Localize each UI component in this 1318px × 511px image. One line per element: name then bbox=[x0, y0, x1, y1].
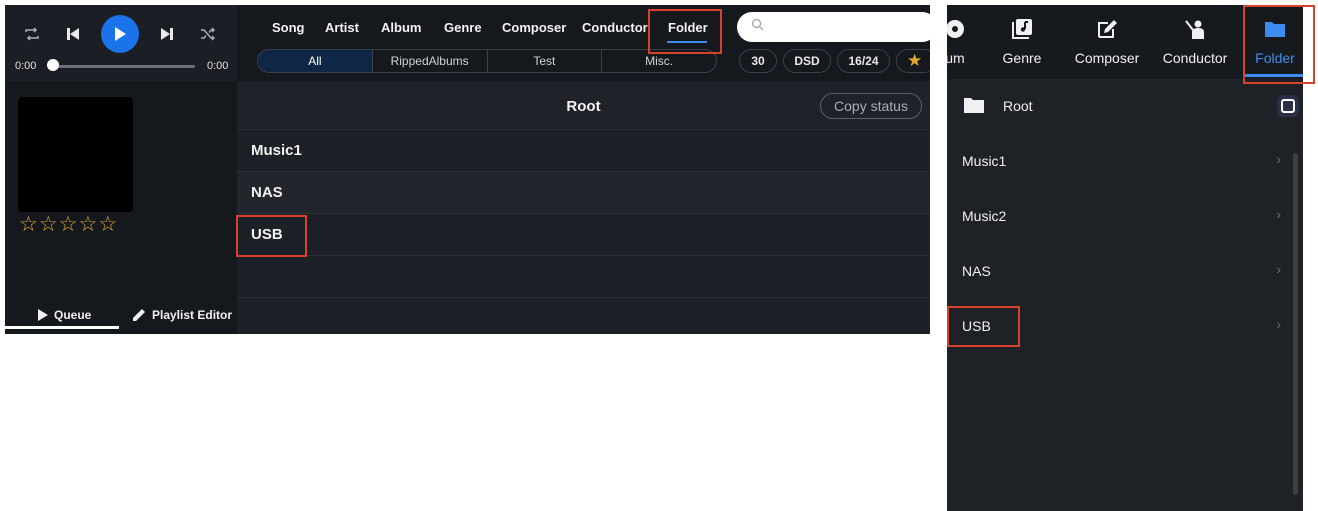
browser-top-bar: Song Artist Album Genre Composer Conduct… bbox=[237, 5, 930, 81]
highlight-usb-row-tablet bbox=[236, 215, 307, 257]
star-icon: ★ bbox=[907, 51, 923, 70]
tab-playlist-editor[interactable]: Playlist Editor bbox=[132, 295, 232, 334]
tab-genre[interactable]: Genre bbox=[995, 5, 1049, 79]
phone-folder-label: Music1 bbox=[962, 152, 1007, 169]
tab-genre-label: Genre bbox=[1002, 50, 1042, 66]
rating-star-4[interactable]: ☆ bbox=[78, 214, 97, 236]
category-genre[interactable]: Genre bbox=[444, 20, 482, 35]
next-icon bbox=[161, 28, 173, 40]
queue-tab-indicator bbox=[5, 326, 119, 329]
conductor-icon bbox=[1183, 17, 1207, 41]
phone-folder-title: Root bbox=[1003, 98, 1033, 114]
category-song[interactable]: Song bbox=[272, 20, 305, 35]
search-icon bbox=[751, 18, 764, 34]
total-time: 0:00 bbox=[207, 60, 229, 72]
folder-row-empty bbox=[237, 256, 930, 298]
tab-composer-label: Composer bbox=[1074, 50, 1140, 66]
tab-album-label: um bbox=[947, 50, 965, 66]
previous-button[interactable] bbox=[61, 22, 85, 46]
category-conductor[interactable]: Conductor bbox=[582, 20, 648, 35]
search-input[interactable] bbox=[737, 12, 930, 42]
tab-conductor-label: Conductor bbox=[1162, 50, 1228, 66]
album-icon bbox=[947, 17, 967, 41]
checkbox-icon bbox=[1281, 99, 1295, 113]
folder-row-usb[interactable]: USB bbox=[237, 214, 930, 256]
album-art bbox=[18, 97, 133, 212]
tablet-screen: 0:00 0:00 ☆ ☆ ☆ ☆ ☆ Queue Playlist Edito… bbox=[5, 5, 930, 334]
chevron-right-icon: › bbox=[1276, 261, 1281, 277]
segment-ripped-albums[interactable]: RippedAlbums bbox=[371, 50, 487, 72]
select-checkbox[interactable] bbox=[1277, 95, 1299, 117]
repeat-icon bbox=[25, 27, 39, 41]
genre-icon bbox=[1010, 17, 1034, 41]
shuffle-button[interactable] bbox=[197, 23, 219, 45]
rating-star-3[interactable]: ☆ bbox=[59, 214, 78, 236]
tab-playlist-editor-label: Playlist Editor bbox=[152, 307, 233, 322]
play-icon bbox=[38, 308, 48, 321]
chevron-right-icon: › bbox=[1276, 316, 1281, 332]
tab-composer[interactable]: Composer bbox=[1069, 5, 1145, 79]
seek-handle[interactable] bbox=[47, 59, 59, 71]
elapsed-time: 0:00 bbox=[15, 60, 37, 72]
scrollbar[interactable] bbox=[1293, 153, 1298, 495]
folder-header: Root Copy status bbox=[237, 82, 930, 130]
tab-queue-label: Queue bbox=[54, 307, 92, 322]
tab-album[interactable]: um bbox=[947, 5, 987, 79]
transport-controls: 0:00 0:00 bbox=[5, 5, 237, 81]
pencil-icon bbox=[133, 308, 145, 321]
rating-star-1[interactable]: ☆ bbox=[19, 214, 38, 236]
player-panel: 0:00 0:00 ☆ ☆ ☆ ☆ ☆ Queue Playlist Edito… bbox=[5, 5, 237, 334]
chevron-right-icon: › bbox=[1276, 151, 1281, 167]
seek-bar[interactable] bbox=[53, 65, 195, 68]
phone-folder-row-music2[interactable]: Music2 › bbox=[947, 188, 1291, 243]
rating-star-5[interactable]: ☆ bbox=[98, 214, 117, 236]
highlight-folder-tab-phone bbox=[1243, 5, 1315, 84]
library-browser: Song Artist Album Genre Composer Conduct… bbox=[237, 5, 930, 334]
rating-stars[interactable]: ☆ ☆ ☆ ☆ ☆ bbox=[19, 214, 117, 236]
folder-icon bbox=[963, 96, 985, 114]
phone-folder-header: Root bbox=[947, 79, 1303, 135]
filter-chip-favorite[interactable]: ★ bbox=[896, 49, 930, 73]
copy-status-button[interactable]: Copy status bbox=[820, 93, 922, 119]
rating-star-2[interactable]: ☆ bbox=[39, 214, 58, 236]
phone-folder-row-nas[interactable]: NAS › bbox=[947, 243, 1291, 298]
filter-chip-dsd[interactable]: DSD bbox=[783, 49, 831, 73]
phone-folder-label: Music2 bbox=[962, 207, 1007, 224]
composer-icon bbox=[1095, 17, 1119, 41]
category-artist[interactable]: Artist bbox=[325, 20, 359, 35]
folder-row-music1[interactable]: Music1 bbox=[237, 130, 930, 172]
highlight-folder-category bbox=[648, 9, 722, 54]
repeat-button[interactable] bbox=[21, 23, 43, 45]
filter-chip-16-24[interactable]: 16/24 bbox=[837, 49, 890, 73]
filter-chip-30[interactable]: 30 bbox=[739, 49, 777, 73]
tab-conductor[interactable]: Conductor bbox=[1158, 5, 1232, 79]
shuffle-icon bbox=[201, 27, 215, 41]
category-composer[interactable]: Composer bbox=[502, 20, 566, 35]
phone-folder-label: NAS bbox=[962, 262, 991, 279]
category-album[interactable]: Album bbox=[381, 20, 421, 35]
chevron-right-icon: › bbox=[1276, 206, 1281, 222]
play-icon bbox=[115, 27, 126, 41]
phone-folder-row-music1[interactable]: Music1 › bbox=[947, 133, 1291, 188]
segment-test[interactable]: Test bbox=[486, 50, 602, 72]
play-button[interactable] bbox=[101, 15, 139, 53]
folder-row-nas[interactable]: NAS bbox=[237, 172, 930, 214]
next-button[interactable] bbox=[155, 22, 179, 46]
previous-icon bbox=[67, 28, 79, 40]
highlight-usb-row-phone bbox=[947, 306, 1020, 347]
segment-all[interactable]: All bbox=[258, 50, 372, 72]
